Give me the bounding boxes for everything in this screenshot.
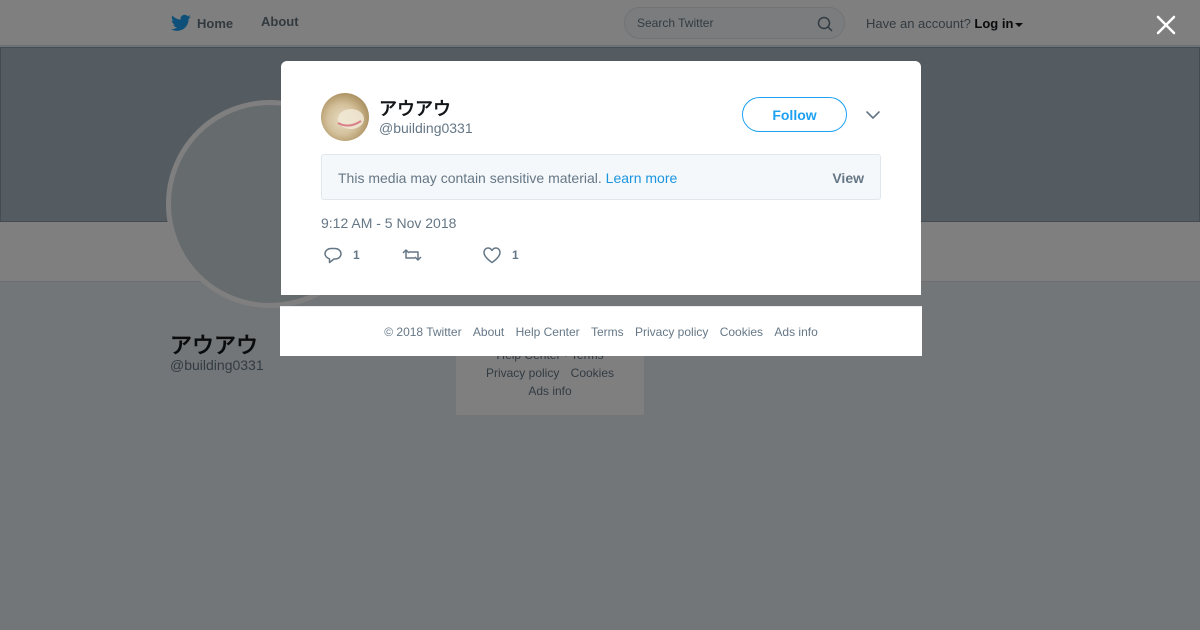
footer-link-ads-info[interactable]: Ads info [774, 325, 817, 339]
like-count: 1 [512, 248, 519, 262]
footer-link-privacy-policy[interactable]: Privacy policy [635, 325, 708, 339]
footer-link-cookies[interactable]: Cookies [720, 325, 763, 339]
footer-link-terms[interactable]: Terms [591, 325, 624, 339]
reply-action[interactable]: 1 [323, 246, 360, 264]
reply-count: 1 [353, 248, 360, 262]
sensitive-notice-text: This media may contain sensitive materia… [338, 170, 677, 186]
footer-link-about[interactable]: About [473, 325, 504, 339]
reply-icon [324, 247, 342, 264]
retweet-action[interactable] [402, 246, 432, 264]
like-action[interactable]: 1 [482, 246, 519, 264]
learn-more-link[interactable]: Learn more [606, 170, 678, 186]
retweet-icon [402, 249, 422, 261]
author-name[interactable]: アウアウ [379, 95, 451, 121]
tweet-modal: アウアウ @building0331 Follow This media may… [281, 61, 921, 295]
footer-link-help-center[interactable]: Help Center [516, 325, 580, 339]
view-media-button[interactable]: View [832, 170, 864, 186]
sensitive-media-notice: This media may contain sensitive materia… [321, 154, 881, 200]
like-icon [483, 247, 501, 264]
sensitive-notice-message: This media may contain sensitive materia… [338, 170, 602, 186]
close-icon[interactable] [1153, 12, 1179, 38]
footer-links: © 2018 Twitter About Help Center Terms P… [280, 325, 922, 339]
modal-footer: © 2018 Twitter About Help Center Terms P… [280, 306, 922, 356]
author-handle[interactable]: @building0331 [379, 120, 473, 136]
avatar-image [337, 109, 364, 129]
author-avatar[interactable] [321, 93, 369, 141]
follow-button[interactable]: Follow [742, 97, 847, 132]
chevron-down-icon[interactable] [865, 109, 881, 121]
tweet-timestamp[interactable]: 9:12 AM - 5 Nov 2018 [321, 215, 456, 231]
copyright-text: © 2018 Twitter [384, 325, 462, 339]
